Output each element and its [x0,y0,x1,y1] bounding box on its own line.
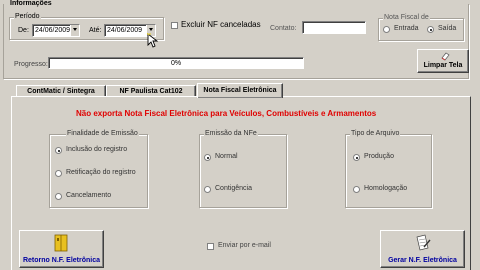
contigencia-label: Contigência [215,185,252,192]
mouse-cursor-icon [147,33,158,48]
tab-contmatic-label: ContMatic / Sintegra [27,88,95,95]
finalidade-title: Finalidade de Emissão [66,130,139,138]
producao-radio[interactable] [353,154,360,161]
cancelamento-radio[interactable] [55,193,62,200]
entrada-radio[interactable] [383,26,390,33]
emissao-group [199,134,287,208]
ate-label: Até: [89,27,102,34]
retificacao-label: Retificação do registro [66,169,136,176]
retorno-nfe-button[interactable]: Retorno N.F. Eletrônica [19,230,104,268]
enviar-email-checkbox[interactable] [207,243,214,250]
tipo-arquivo-group [345,134,432,208]
progress-bar: 0% [48,57,304,69]
limpar-tela-button[interactable]: Limpar Tela [417,49,469,73]
retificacao-radio[interactable] [55,170,62,177]
tipo-arquivo-title: Tipo de Arquivo [350,130,401,138]
tab-nfe[interactable]: Nota Fiscal Eletrônica [197,83,283,98]
contato-label: Contato: [270,25,297,32]
de-label: De: [18,27,29,34]
tab-nfe-label: Nota Fiscal Eletrônica [203,87,277,94]
warning-text: Não exporta Nota Fiscal Eletrônica para … [76,109,377,118]
saida-radio[interactable] [427,26,434,33]
cancelamento-label: Cancelamento [66,192,112,199]
contigencia-radio[interactable] [204,186,211,193]
retorno-nfe-label: Retorno N.F. Eletrônica [22,257,100,264]
excluir-nf-label: Excluir NF canceladas [181,20,261,29]
normal-label: Normal [215,153,238,160]
informacoes-title: Informações [9,0,53,8]
periodo-title: Período [14,13,41,21]
excluir-nf-checkbox[interactable] [171,22,178,29]
normal-radio[interactable] [204,154,211,161]
entrada-label: Entrada [394,25,419,32]
eraser-icon [441,52,450,61]
homologacao-label: Homologação [364,185,408,192]
gerar-nfe-button[interactable]: Gerar N.F. Eletrônica [380,230,465,268]
producao-label: Produção [364,153,394,160]
document-pen-icon [416,234,431,251]
saida-label: Saída [438,25,457,32]
de-dropdown-icon[interactable] [70,25,79,36]
tab-nf-paulista-label: NF Paulista Cat102 [119,88,183,95]
gerar-nfe-label: Gerar N.F. Eletrônica [388,257,457,264]
progresso-label: Progresso: [14,61,48,68]
de-date-value: 24/06/2009 [35,27,71,34]
contato-input[interactable] [302,21,366,34]
folder-icon [54,234,68,252]
emissao-title: Emissão da NFe [204,130,258,138]
homologacao-radio[interactable] [353,186,360,193]
progress-text: 0% [170,60,182,67]
ate-date-value: 24/06/2009 [107,27,143,34]
nota-fiscal-title: Nota Fiscal de [383,14,430,22]
de-date-field[interactable]: 24/06/2009 [32,24,80,37]
enviar-email-label: Enviar por e-mail [218,242,271,249]
inclusao-label: Inclusão do registro [66,146,128,153]
inclusao-radio[interactable] [55,147,62,154]
limpar-tela-label: Limpar Tela [423,62,463,69]
